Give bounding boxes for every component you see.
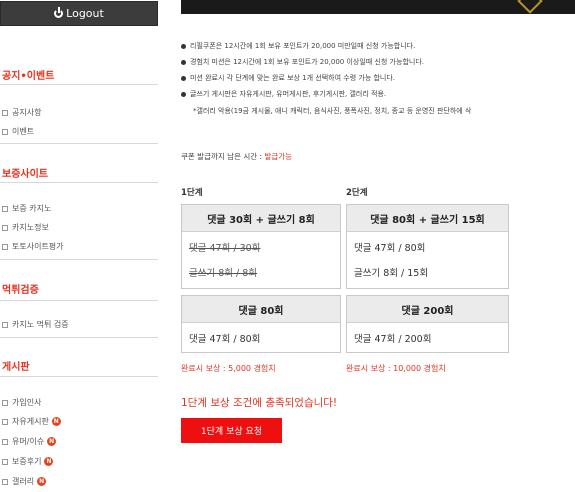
sidebar-item-label: 유머/이슈 (12, 437, 45, 446)
sidebar-item-label: 토토사이트평가 (12, 242, 64, 251)
mission-progress-posts: 글쓰기 8회 / 15회 (354, 268, 429, 279)
sidebar: Logout 공지•이벤트 공지사항 이벤트 보증사이트 보증 카지노 카지노정… (0, 0, 160, 492)
section-title-board: 게시판 (2, 362, 30, 373)
bullet-box-icon (2, 243, 8, 250)
note-text: *갤러리 악용(19금 게시물, 애니 캐릭터, 음식사진, 풍폭사진, 정치,… (193, 107, 472, 115)
bullet-icon (181, 75, 186, 81)
new-badge-icon: N (37, 477, 47, 486)
note-text: 경험치 미션은 12시간에 1회 보유 포인트가 20,000 이상일때 신청 … (190, 58, 424, 66)
sidebar-item-notice[interactable]: 공지사항 (2, 107, 41, 118)
coupon-timer: 쿠폰 발급까지 남은 시간 : 발급가능 (181, 151, 292, 162)
section-divider (0, 376, 158, 377)
new-badge-icon: N (51, 417, 61, 426)
note-line-sub: *갤러리 악용(19금 게시물, 애니 캐릭터, 음식사진, 풍폭사진, 정치,… (181, 106, 471, 116)
bullet-box-icon (2, 458, 8, 465)
bullet-box-icon (2, 321, 8, 328)
mission-card: 댓글 80회 + 글쓰기 15회 댓글 47회 / 80회 글쓰기 8회 / 1… (346, 204, 509, 289)
step-1-reward: 완료시 보상 : 5,000 경험치 (181, 364, 276, 373)
mission-card: 댓글 200회 댓글 47회 / 200회 (346, 295, 509, 353)
sidebar-item-casino-info[interactable]: 카지노정보 (2, 222, 49, 233)
section-title-scam-check: 먹튀검증 (2, 285, 39, 296)
step-2-reward: 완료시 보상 : 10,000 경험치 (346, 364, 446, 373)
power-icon (54, 7, 64, 18)
section-divider (0, 143, 158, 144)
sidebar-item-label: 이벤트 (12, 127, 35, 136)
bullet-box-icon (2, 478, 8, 485)
sidebar-item-guaranteed-casino[interactable]: 보증 카지노 (2, 203, 51, 214)
mission-card: 댓글 80회 댓글 47회 / 80회 (181, 295, 341, 353)
mission-progress-posts: 글쓰기 8회 / 8회 (189, 268, 258, 279)
section-title-notice-event: 공지•이벤트 (2, 71, 55, 82)
bullet-icon (181, 91, 186, 97)
mission-progress-comments: 댓글 47회 / 30회 (189, 243, 261, 254)
note-text: 미션 완료시 각 단계에 맞는 완료 보상 1개 선택하여 수령 가능 합니다. (190, 74, 396, 82)
sidebar-item-label: 자유게시판 (12, 417, 49, 426)
bullet-icon (181, 59, 186, 65)
new-badge-icon: N (47, 437, 57, 446)
sidebar-item-label: 공지사항 (12, 108, 42, 117)
note-line: 미션 완료시 각 단계에 맞는 완료 보상 1개 선택하여 수령 가능 합니다. (181, 73, 395, 83)
timer-value: 발급가능 (264, 152, 293, 161)
sidebar-item-free-board[interactable]: 자유게시판 N (2, 416, 61, 427)
reward-eligible-message: 1단계 보상 조건에 충족되었습니다! (181, 397, 338, 409)
section-divider (0, 259, 158, 260)
sidebar-item-event[interactable]: 이벤트 (2, 126, 34, 137)
mission-progress-comments: 댓글 47회 / 80회 (354, 243, 426, 254)
section-divider (0, 182, 158, 183)
sidebar-item-label: 보증후기 (12, 457, 42, 466)
sidebar-item-toto-review[interactable]: 토토사이트평가 (2, 241, 64, 252)
timer-label: 쿠폰 발급까지 남은 시간 : (181, 152, 265, 161)
step-1-label: 1단계 (181, 188, 203, 198)
diamond-logo-icon (517, 0, 543, 14)
sidebar-item-label: 카지노정보 (12, 223, 49, 232)
mission-title: 댓글 80회 + 글쓰기 15회 (347, 205, 508, 232)
top-banner (181, 0, 575, 14)
sidebar-item-label: 갤러리 (12, 477, 35, 486)
mission-title: 댓글 200회 (347, 296, 508, 323)
note-line: 글쓰기 게시판은 자유게시판, 유머게시판, 후기게시판, 갤러리 적용. (181, 89, 386, 99)
note-text: 리필쿠폰은 12시간에 1회 보유 포인트가 20,000 미만일때 신청 가능… (190, 42, 416, 50)
mission-card: 댓글 30회 + 글쓰기 8회 댓글 47회 / 30회 글쓰기 8회 / 8회 (181, 204, 341, 289)
bullet-box-icon (2, 399, 8, 406)
sidebar-item-label: 보증 카지노 (12, 204, 52, 213)
mission-title: 댓글 30회 + 글쓰기 8회 (182, 205, 340, 232)
sidebar-item-guarantee-review[interactable]: 보증후기 N (2, 456, 54, 467)
logout-button[interactable]: Logout (0, 1, 158, 26)
sidebar-item-label: 카지노 먹튀 검증 (12, 320, 69, 329)
bullet-box-icon (2, 128, 8, 135)
note-text: 글쓰기 게시판은 자유게시판, 유머게시판, 후기게시판, 갤러리 적용. (190, 90, 387, 98)
mission-progress-comments: 댓글 47회 / 200회 (354, 334, 432, 345)
bullet-box-icon (2, 438, 8, 445)
sidebar-item-humor-issue[interactable]: 유머/이슈 N (2, 436, 57, 447)
section-divider (0, 84, 158, 85)
sidebar-item-label: 가입인사 (12, 398, 42, 407)
logout-label: Logout (66, 7, 104, 20)
sidebar-item-gallery[interactable]: 갤러리 N (2, 476, 47, 487)
bullet-box-icon (2, 418, 8, 425)
note-line: 경험치 미션은 12시간에 1회 보유 포인트가 20,000 이상일때 신청 … (181, 57, 424, 67)
section-divider (0, 337, 158, 338)
section-title-guaranteed-sites: 보증사이트 (2, 169, 48, 180)
sidebar-item-casino-scam-check[interactable]: 카지노 먹튀 검증 (2, 319, 69, 330)
bullet-box-icon (2, 109, 8, 116)
bullet-icon (181, 43, 186, 49)
new-badge-icon: N (44, 457, 54, 466)
bullet-box-icon (2, 224, 8, 231)
section-divider (0, 300, 158, 301)
mission-title: 댓글 80회 (182, 296, 340, 323)
mission-progress-comments: 댓글 47회 / 80회 (189, 334, 261, 345)
note-line: 리필쿠폰은 12시간에 1회 보유 포인트가 20,000 미만일때 신청 가능… (181, 41, 415, 51)
sidebar-item-greetings[interactable]: 가입인사 (2, 397, 41, 408)
bullet-box-icon (2, 205, 8, 212)
step-2-label: 2단계 (346, 188, 368, 198)
request-reward-button[interactable]: 1단계 보상 요청 (181, 418, 282, 443)
